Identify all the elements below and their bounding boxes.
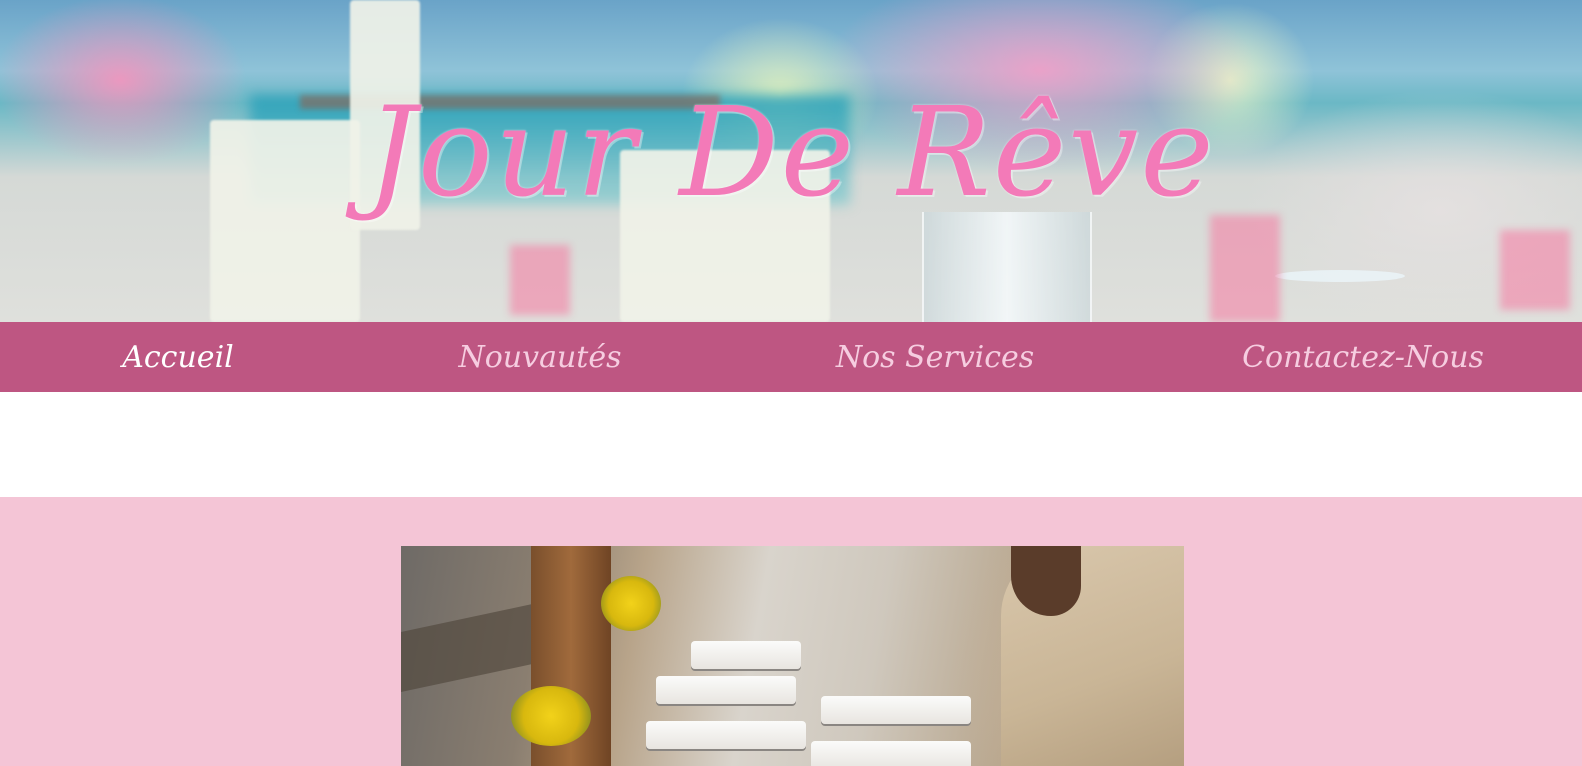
hero-pink-decor-3 — [510, 245, 570, 315]
main-nav: Accueil Nouvautés Nos Services Contactez… — [0, 322, 1582, 392]
buffet-serving-tray — [691, 641, 801, 669]
buffet-yellow-flowers — [511, 686, 591, 746]
hero-pink-decor-2 — [1500, 230, 1570, 310]
buffet-serving-tray — [646, 721, 806, 749]
nav-item-contactez-nous[interactable]: Contactez-Nous — [1242, 322, 1484, 392]
buffet-serving-tray — [821, 696, 971, 724]
buffet-serving-tray — [811, 741, 971, 766]
nav-item-accueil[interactable]: Accueil — [118, 322, 238, 392]
hero-wine-glass — [1275, 270, 1405, 282]
buffet-serving-tray — [656, 676, 796, 704]
hero-glass-vase — [922, 212, 1092, 322]
buffet-yellow-flowers — [601, 576, 661, 631]
buffet-image — [401, 546, 1184, 766]
hero-pink-decor-1 — [1210, 215, 1280, 322]
site-title: Jour De Rêve — [366, 81, 1216, 225]
nav-item-nouvautes[interactable]: Nouvautés — [459, 322, 622, 392]
content-spacer — [0, 392, 1582, 497]
nav-item-nos-services[interactable]: Nos Services — [836, 322, 1034, 392]
hero-banner: Jour De Rêve — [0, 0, 1582, 322]
buffet-glass-shelf — [401, 600, 551, 692]
